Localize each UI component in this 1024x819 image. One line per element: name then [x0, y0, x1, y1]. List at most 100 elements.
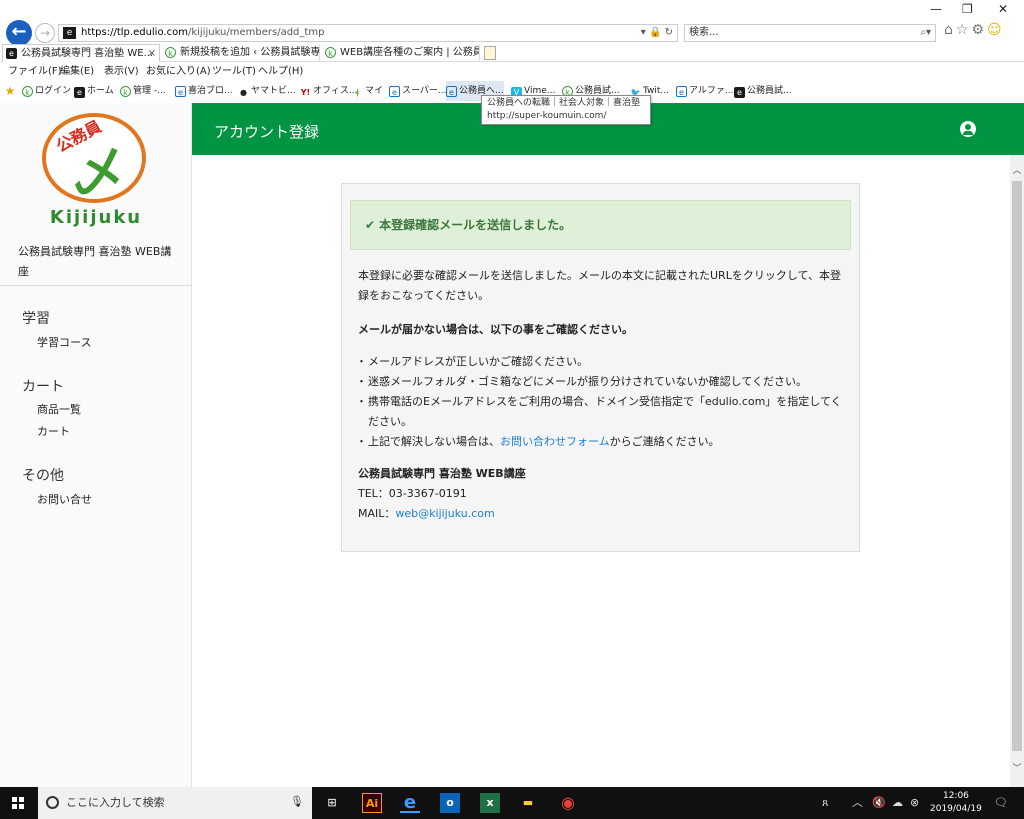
favorites-star-icon[interactable]: ★ [4, 81, 18, 101]
task-view-icon[interactable]: ⊞ [322, 793, 342, 813]
tab-strip: e 公務員試験専門 喜治塾 WE... × k 新規投稿を追加 ‹ 公務員試験専… [0, 44, 1024, 62]
sidebar-section-other: その他 [22, 468, 64, 484]
scroll-thumb[interactable] [1012, 181, 1022, 751]
page-scrollbar[interactable]: ︿ ﹀ [1010, 155, 1024, 787]
home-icon[interactable]: ⌂ [944, 22, 956, 38]
menu-tools[interactable]: ツール(T) [212, 63, 256, 81]
tab-web-course[interactable]: k WEB講座各種のご案内 | 公務員... [322, 44, 480, 62]
logo-swoosh-icon: 乄 [74, 143, 124, 202]
microphone-icon[interactable]: 🎙 [290, 795, 304, 808]
sidebar-item-contact[interactable]: お問い合せ [37, 491, 92, 507]
chrome-icon[interactable]: ◉ [558, 793, 578, 813]
new-tab-button[interactable] [484, 46, 496, 60]
sidebar: 公務員 乄 Kijijuku 公務員試験専門 喜治塾 WEB講座 学習 学習コー… [0, 103, 192, 787]
illustrator-icon[interactable]: Ai [362, 793, 382, 813]
notice-heading: メールが届かない場合は、以下の事をご確認ください。 [358, 323, 633, 336]
tab-close-icon[interactable]: × [148, 45, 156, 62]
tooltip-url: http://super-koumuin.com/ [487, 111, 607, 121]
cortana-icon [46, 796, 59, 809]
sidebar-item-cart[interactable]: カート [37, 423, 70, 439]
windows-taskbar: ここに入力して検索 🎙 ⊞ Ai e o x ▬ ◉ ጸ ︿ 🔇 ☁ ⊗ 12:… [0, 787, 1024, 819]
restore-icon[interactable]: ❐ [962, 2, 973, 16]
arrow-right-icon: → [39, 26, 51, 40]
fav-office[interactable]: Y! オフィス... [300, 81, 358, 101]
tab-new-post[interactable]: k 新規投稿を追加 ‹ 公務員試験専... [162, 44, 320, 62]
page-icon: e [676, 86, 687, 97]
forward-button[interactable]: → [35, 23, 55, 43]
back-button[interactable]: ← [6, 20, 32, 46]
tray-chevron-icon[interactable]: ︿ [852, 787, 863, 819]
cat-icon: ● [240, 88, 247, 97]
success-alert: ✔ 本登録確認メールを送信しました。 [350, 200, 851, 250]
smiley-icon[interactable]: ☺ [987, 22, 1005, 38]
alert-text: 本登録確認メールを送信しました。 [379, 218, 572, 232]
fav-blog[interactable]: e 喜治ブロ... [175, 81, 233, 101]
sidebar-divider [0, 285, 192, 286]
tab-label: 新規投稿を追加 ‹ 公務員試験専... [180, 47, 320, 58]
address-bar[interactable]: e https://tlp.edulio.com/kijijuku/member… [58, 24, 678, 42]
excel-icon[interactable]: x [480, 793, 500, 813]
sidebar-item-products[interactable]: 商品一覧 [37, 401, 81, 417]
confirmation-panel: ✔ 本登録確認メールを送信しました。 本登録に必要な確認メールを送信しました。メー… [341, 183, 860, 552]
contact-form-link[interactable]: お問い合わせフォーム [500, 435, 610, 448]
menu-view[interactable]: 表示(V) [104, 63, 139, 81]
menu-favorites[interactable]: お気に入り(A) [146, 63, 211, 81]
list-item: 迷惑メールフォルダ・ゴミ箱などにメールが振り分けされていないか確認してください。 [356, 372, 844, 392]
fav-login[interactable]: k ログイン [22, 81, 71, 101]
taskbar-search-placeholder: ここに入力して検索 [66, 796, 165, 809]
close-icon[interactable]: ✕ [998, 2, 1008, 16]
minimize-icon[interactable]: — [930, 2, 942, 16]
notice-list: メールアドレスが正しいかご確認ください。 迷惑メールフォルダ・ゴミ箱などにメール… [356, 352, 844, 452]
network-icon[interactable]: ⊗ [910, 787, 919, 819]
page-icon: e [389, 86, 400, 97]
clock-date: 2019/04/19 [930, 804, 982, 814]
arrow-left-icon: ← [11, 21, 27, 42]
notification-icon[interactable]: 🗨 [994, 787, 1008, 819]
fav-yamato[interactable]: ● ヤマトビ... [238, 81, 296, 101]
fav-home[interactable]: e ホーム [74, 81, 114, 101]
menu-help[interactable]: ヘルプ(H) [258, 63, 303, 81]
volume-icon[interactable]: 🔇 [872, 787, 886, 819]
scroll-up-icon[interactable]: ︿ [1010, 163, 1024, 176]
fav-koumuin-test-2[interactable]: e 公務員試... [734, 81, 792, 101]
star-icon[interactable]: ☆ [956, 22, 972, 38]
fav-admin[interactable]: k 管理 -... [120, 81, 166, 101]
system-clock[interactable]: 12:06 2019/04/19 [930, 790, 982, 816]
file-explorer-icon[interactable]: ▬ [518, 793, 538, 813]
mail-link[interactable]: web@kijijuku.com [395, 507, 494, 520]
fav-super[interactable]: e スーパー... [389, 81, 447, 101]
browser-search-input[interactable]: 検索... ⌕▾ [684, 24, 936, 42]
taskbar-search-input[interactable]: ここに入力して検索 [38, 787, 312, 819]
list-item: メールアドレスが正しいかご確認ください。 [356, 352, 844, 372]
people-icon[interactable]: ጸ [822, 787, 828, 819]
cloud-icon[interactable]: ☁ [892, 787, 903, 819]
tab-favicon-icon: e [6, 48, 17, 59]
tab-favicon-icon: k [325, 47, 336, 58]
list-item: 上記で解決しない場合は、お問い合わせフォームからご連絡ください。 [356, 432, 844, 452]
url-path: /kijijuku/members/add_tmp [187, 27, 325, 38]
fav-alpha[interactable]: e アルファ... [676, 81, 734, 101]
yahoo-icon: Y! [300, 88, 311, 97]
outlook-icon[interactable]: o [440, 793, 460, 813]
favorite-tooltip: 公務員への転職｜社会人対象｜喜治塾 http://super-koumuin.c… [481, 95, 651, 125]
menu-file[interactable]: ファイル(F) [8, 63, 62, 81]
menu-edit[interactable]: 編集(E) [60, 63, 94, 81]
site-name: 公務員試験専門 喜治塾 WEB講座 [18, 245, 172, 278]
browser-chrome: ← → e https://tlp.edulio.com/kijijuku/me… [0, 0, 1024, 103]
clock-time: 12:06 [942, 791, 969, 801]
brand-name: Kijijuku [49, 207, 143, 228]
ie-icon[interactable]: e [400, 793, 420, 813]
page-icon: e [446, 86, 457, 97]
tab-kijijuku[interactable]: e 公務員試験専門 喜治塾 WE... × [2, 44, 160, 62]
gear-icon[interactable]: ⚙ [971, 22, 987, 38]
fav-my[interactable]: ǂ マイ [352, 81, 383, 101]
tab-favicon-icon: k [165, 47, 176, 58]
scroll-down-icon[interactable]: ﹀ [1010, 761, 1024, 774]
address-tools[interactable]: ▾ 🔒 ↻ [641, 25, 673, 41]
site-favicon-icon: e [63, 27, 76, 39]
windows-start-icon[interactable] [12, 797, 24, 809]
user-account-icon[interactable] [960, 121, 976, 137]
search-icon[interactable]: ⌕▾ [920, 25, 931, 41]
kijijuku-logo[interactable]: 公務員 乄 [42, 113, 146, 203]
sidebar-item-courses[interactable]: 学習コース [37, 334, 91, 350]
